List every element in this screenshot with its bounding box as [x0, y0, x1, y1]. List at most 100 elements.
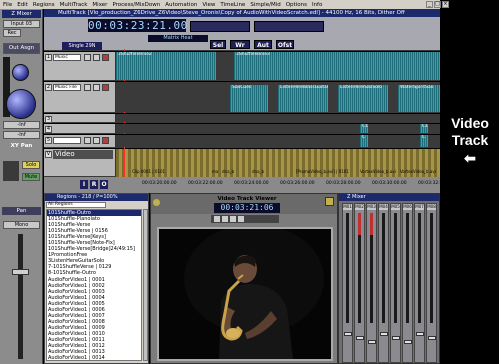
- audio-clip[interactable]: SaxCues: [230, 85, 268, 112]
- mute-toggle[interactable]: [84, 137, 91, 144]
- mute-toggle[interactable]: [84, 54, 91, 61]
- mixer-fader-handle[interactable]: [416, 332, 424, 336]
- forward-icon[interactable]: [238, 216, 244, 222]
- mixer-fader-handle[interactable]: [404, 340, 412, 344]
- video-clip-label[interactable]: ma: [212, 169, 218, 174]
- transport-o-button[interactable]: O: [100, 180, 108, 189]
- gain-knob[interactable]: [12, 64, 29, 81]
- menu-item-mixer[interactable]: Mixer: [92, 2, 107, 8]
- window-controls: _ □ ×: [426, 1, 449, 8]
- clip-label: 3ShuffleVerse3: [236, 52, 270, 57]
- mixer-meter: [370, 213, 373, 323]
- xy-pan-knob[interactable]: [6, 89, 36, 119]
- menu-item-options[interactable]: Options: [286, 2, 307, 8]
- mixer-title: Z Mixer: [339, 194, 439, 201]
- video-clip-label[interactable]: Clip 0001 | 0101: [132, 169, 165, 174]
- mute-toggle[interactable]: [84, 84, 91, 91]
- clip-label: WaterSpiritSax: [400, 85, 434, 90]
- clip-label: ListenHereBassGuitar: [280, 85, 328, 90]
- input-selector[interactable]: Input 03: [3, 20, 40, 28]
- solo-toggle[interactable]: [93, 137, 100, 144]
- video-clip-label[interactable]: dna_b: [222, 169, 234, 174]
- mixer-strip: M05: [390, 203, 401, 363]
- menu-item-edit[interactable]: Edit: [17, 2, 28, 8]
- track-4: 4 C1 C1: [44, 123, 440, 133]
- menu-item-multitrack[interactable]: MultiTrack: [60, 2, 88, 8]
- rec-toggle[interactable]: [102, 137, 109, 144]
- solo-toggle[interactable]: [93, 54, 100, 61]
- wr-button[interactable]: Wr: [230, 40, 250, 49]
- stop-icon[interactable]: [222, 216, 228, 222]
- viewer-menu-icon[interactable]: [153, 199, 160, 206]
- send-button-1[interactable]: -Inf: [3, 121, 40, 129]
- menu-item-timeline[interactable]: TimeLine: [220, 2, 245, 8]
- menu-item-view[interactable]: View: [202, 2, 215, 8]
- solo-button[interactable]: Solo: [22, 161, 40, 169]
- transport-i-button[interactable]: I: [80, 180, 88, 189]
- menu-item-info[interactable]: Info: [312, 2, 322, 8]
- audio-clip[interactable]: 3ShuffleVerse2: [116, 52, 216, 80]
- audio-clip[interactable]: C1: [420, 124, 428, 133]
- solo-toggle[interactable]: [93, 84, 100, 91]
- rewind-icon[interactable]: [230, 216, 236, 222]
- video-frame: [157, 227, 333, 361]
- menu-item-automation[interactable]: Automation: [165, 2, 197, 8]
- rec-toggle[interactable]: [102, 84, 109, 91]
- audio-clip[interactable]: WaterSpiritSax: [398, 85, 440, 112]
- audio-clip[interactable]: ListenHereBassGuitar: [278, 85, 328, 112]
- transport-r-button[interactable]: R: [90, 180, 98, 189]
- audio-clip[interactable]: 3ShuffleVerse3: [234, 52, 440, 80]
- video-clip-label[interactable]: VortexVideo_b.avi: [400, 169, 436, 174]
- menu-item-processmixdown[interactable]: Process/MixDown: [112, 2, 160, 8]
- regions-scrollbar[interactable]: [143, 209, 148, 361]
- track-name-field[interactable]: Music File: [53, 84, 81, 91]
- aut-button[interactable]: Aut: [254, 40, 272, 49]
- channel-fader-handle[interactable]: [12, 269, 29, 275]
- annotation-line-2: Track: [451, 132, 489, 148]
- audio-clip[interactable]: C1: [360, 124, 368, 133]
- mixer-fader-handle[interactable]: [344, 332, 352, 336]
- close-icon[interactable]: ×: [442, 1, 449, 8]
- video-clip-label[interactable]: VortexVideo_b.avi: [360, 169, 396, 174]
- mixer-strip-label: M04: [379, 204, 388, 210]
- xy-pan-label: XY Pan: [10, 143, 33, 149]
- region-list-item[interactable]: AudioForVideo1 | 0014: [47, 355, 141, 360]
- mixer-strip-label: M03: [367, 204, 376, 210]
- mute-button[interactable]: Mute: [22, 173, 40, 181]
- ruler-tick-label: 00:03:20:00.00: [142, 181, 177, 186]
- mixer-strip: M04: [378, 203, 389, 363]
- mixer-fader-handle[interactable]: [428, 336, 436, 340]
- minimize-icon[interactable]: _: [426, 1, 433, 8]
- video-clip-label[interactable]: dna_b: [252, 169, 264, 174]
- video-clip-label[interactable]: [PromoVideo_b.avi] | 0101: [296, 169, 349, 174]
- regions-filter[interactable]: All Regions: [46, 202, 106, 208]
- sel-button[interactable]: Sel: [210, 40, 226, 49]
- audio-clip[interactable]: ListenHereSaxSolo: [338, 85, 388, 112]
- audio-clip[interactable]: C: [420, 135, 428, 147]
- track-2: 2 Music File SaxCues ListenHereBassGuitar Li…: [44, 81, 440, 112]
- rec-button[interactable]: Rec: [3, 29, 21, 37]
- maximize-icon[interactable]: □: [434, 1, 441, 8]
- track-name-field[interactable]: [53, 137, 81, 144]
- send-button-2[interactable]: -Inf: [3, 131, 40, 139]
- menu-item-regions[interactable]: Regions: [33, 2, 55, 8]
- clip-label: 3ShuffleVerse2: [118, 52, 152, 57]
- mixer-fader-handle[interactable]: [368, 340, 376, 344]
- audio-clip[interactable]: C: [360, 135, 368, 147]
- ruler-tick-label: 00:03:24:00.00: [234, 181, 269, 186]
- mixer-fader-handle[interactable]: [356, 336, 364, 340]
- mixer-strip: M08: [426, 203, 437, 363]
- out-assign-button[interactable]: Out Asgn: [3, 43, 40, 54]
- mixer-fader-handle[interactable]: [380, 332, 388, 336]
- menu-item-file[interactable]: File: [3, 2, 12, 8]
- ofst-button[interactable]: Ofst: [276, 40, 294, 49]
- menu-item-simplemid[interactable]: Simple/Mid: [250, 2, 280, 8]
- single-selector[interactable]: Single 29N: [62, 42, 102, 50]
- viewer-close-icon[interactable]: [325, 197, 334, 206]
- mono-button[interactable]: Mono: [3, 221, 40, 229]
- play-icon[interactable]: [214, 216, 220, 222]
- annotation-line-1: Video: [451, 115, 489, 131]
- rec-toggle[interactable]: [102, 54, 109, 61]
- track-name-field[interactable]: Music: [53, 54, 81, 61]
- mixer-fader-handle[interactable]: [392, 336, 400, 340]
